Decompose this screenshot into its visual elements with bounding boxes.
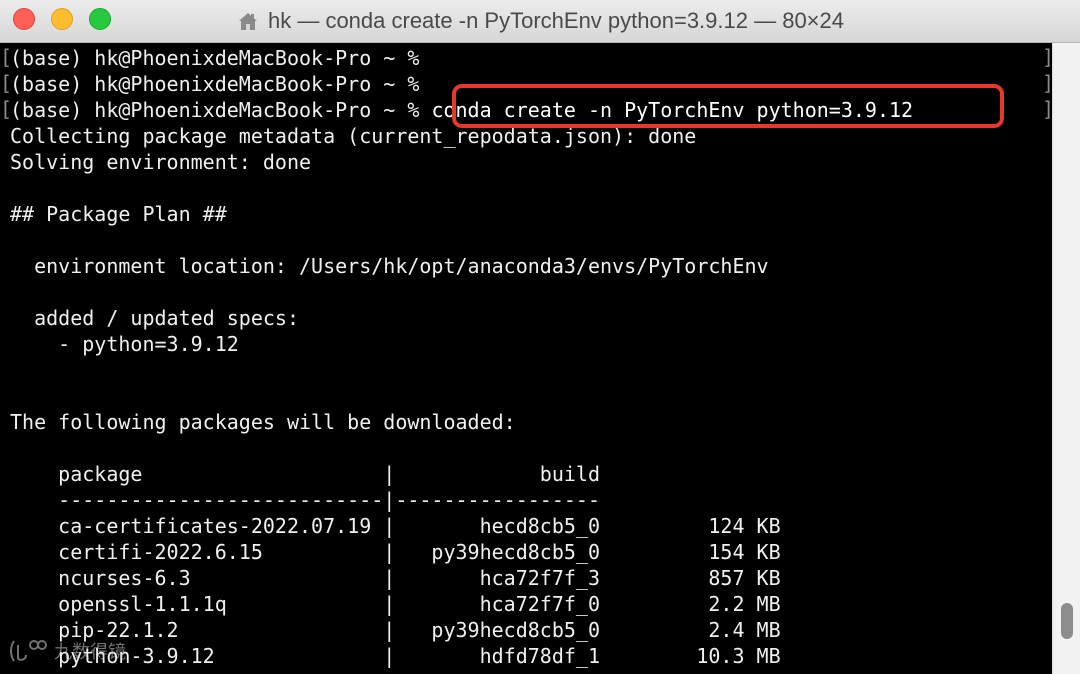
table-row: openssl-1.1.1q | hca72f7f_0 2.2 MB: [10, 592, 781, 616]
window-titlebar[interactable]: hk — conda create -n PyTorchEnv python=3…: [0, 0, 1080, 43]
window-title: hk — conda create -n PyTorchEnv python=3…: [267, 8, 845, 33]
scrollbar-thumb[interactable]: [1061, 603, 1073, 639]
watermark-text: 九数得镜: [54, 642, 126, 663]
watermark-logo-icon: [10, 640, 47, 662]
mark-bracket: ]: [1042, 45, 1052, 69]
prompt-text: (base) hk@PhoenixdeMacBook-Pro ~ %: [10, 72, 432, 96]
table-header: package | build: [10, 462, 601, 486]
watermark: 九数得镜: [8, 636, 126, 666]
specs-header: added / updated specs:: [10, 306, 299, 330]
solving-line: Solving environment: done: [10, 150, 312, 174]
environment-location-line: environment location: /Users/hk/opt/anac…: [10, 254, 769, 278]
prompt-text: (base) hk@PhoenixdeMacBook-Pro ~ %: [10, 98, 432, 122]
download-header: The following packages will be downloade…: [10, 410, 516, 434]
vertical-scrollbar[interactable]: [1052, 43, 1080, 674]
prompt-line-2: (base) hk@PhoenixdeMacBook-Pro ~ %: [10, 71, 431, 97]
prompt-line-1: (base) hk@PhoenixdeMacBook-Pro ~ %: [10, 45, 431, 71]
spec-item: - python=3.9.12: [10, 332, 239, 356]
mark-bracket: ]: [1042, 97, 1052, 121]
home-folder-icon: [238, 13, 257, 30]
prompt-text: (base) hk@PhoenixdeMacBook-Pro ~ %: [10, 46, 432, 70]
table-row: ca-certificates-2022.07.19 | hecd8cb5_0 …: [10, 514, 781, 538]
table-divider: ---------------------------|------------…: [10, 488, 601, 512]
terminal-output[interactable]: (base) hk@PhoenixdeMacBook-Pro ~ % (base…: [0, 43, 1052, 674]
command-highlight-box: [452, 84, 1004, 128]
package-plan-header: ## Package Plan ##: [10, 202, 227, 226]
table-row: certifi-2022.6.15 | py39hecd8cb5_0 154 K…: [10, 540, 781, 564]
table-row: ncurses-6.3 | hca72f7f_3 857 KB: [10, 566, 781, 590]
mark-bracket: ]: [1042, 71, 1052, 95]
mark-bracket: [: [0, 45, 13, 69]
mark-bracket: [: [0, 71, 13, 95]
mark-bracket: [: [0, 97, 13, 121]
